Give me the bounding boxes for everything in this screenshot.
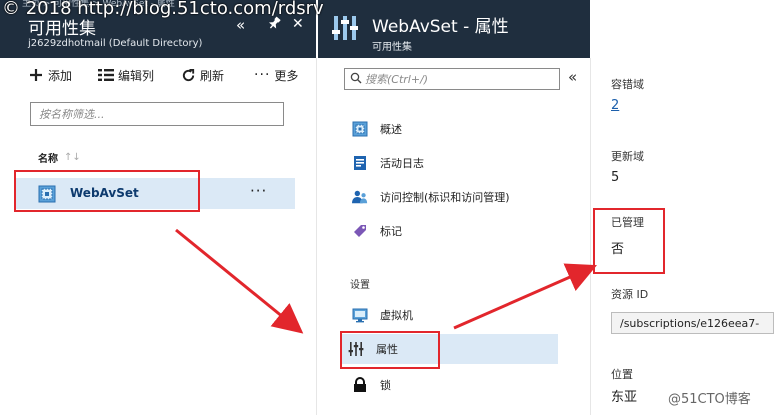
update-domain-label: 更新域 xyxy=(611,150,644,163)
update-domain-value: 5 xyxy=(611,170,620,185)
activity-log-icon xyxy=(352,155,368,171)
center-blade-header: WebAvSet - 属性 可用性集 xyxy=(318,0,590,58)
resource-id-field[interactable]: /subscriptions/e126eea7- xyxy=(611,312,774,334)
menu-item-access-control[interactable]: 访问控制(标识和访问管理) xyxy=(344,182,558,212)
menu-item-label: 概述 xyxy=(380,123,402,136)
menu-search-input[interactable] xyxy=(344,68,560,90)
highlight-box-webavset xyxy=(14,170,200,212)
pane-divider xyxy=(590,58,591,415)
virtual-machine-icon xyxy=(352,307,368,323)
menu-item-label: 活动日志 xyxy=(380,157,424,170)
menu-item-tags[interactable]: 标记 xyxy=(344,216,558,246)
fault-domain-label: 容错域 xyxy=(611,78,644,91)
left-toolbar: 添加 编辑列 刷新 ··· 更多 xyxy=(0,58,316,92)
menu-item-overview[interactable]: 概述 xyxy=(344,114,558,144)
location-label: 位置 xyxy=(611,368,633,381)
menu-item-label: 标记 xyxy=(380,225,402,238)
refresh-button[interactable]: 刷新 xyxy=(180,63,224,87)
highlight-box-managed xyxy=(593,208,665,274)
access-control-icon xyxy=(352,189,368,205)
add-button[interactable]: 添加 xyxy=(28,63,72,87)
fault-domain-value[interactable]: 2 xyxy=(611,98,619,113)
refresh-label: 刷新 xyxy=(200,68,225,83)
more-button[interactable]: ··· 更多 xyxy=(254,63,298,87)
collapse-menu-icon[interactable]: « xyxy=(568,68,577,86)
settings-section-header: 设置 xyxy=(350,280,370,291)
add-label: 添加 xyxy=(48,68,73,83)
menu-item-activity-log[interactable]: 活动日志 xyxy=(344,148,558,178)
location-value: 东亚 xyxy=(611,390,638,405)
edit-columns-button[interactable]: 编辑列 xyxy=(98,63,154,87)
menu-item-locks[interactable]: 锁 xyxy=(344,370,558,400)
sort-icon[interactable]: ↑↓ xyxy=(64,152,81,163)
watermark-text: © 2018 http://blog.51cto.com/rdsrv xyxy=(2,0,324,19)
row-more-icon[interactable]: ··· xyxy=(250,182,267,200)
arrow-to-properties xyxy=(175,228,304,334)
menu-item-label: 虚拟机 xyxy=(380,309,413,322)
lock-icon xyxy=(352,377,368,393)
more-label: 更多 xyxy=(274,68,299,83)
column-header-label: 名称 xyxy=(38,154,58,165)
plus-icon xyxy=(28,67,44,83)
left-blade-subtitle: j2629zdhotmail (Default Directory) xyxy=(28,38,203,49)
column-header-name[interactable]: 名称 ↑↓ xyxy=(38,150,81,165)
ellipsis-icon: ··· xyxy=(254,67,271,83)
edit-columns-label: 编辑列 xyxy=(118,68,155,83)
center-blade-subtitle: 可用性集 xyxy=(372,42,412,53)
refresh-icon xyxy=(180,67,196,83)
search-icon xyxy=(350,72,362,84)
menu-item-virtual-machines[interactable]: 虚拟机 xyxy=(344,300,558,330)
highlight-box-properties xyxy=(340,331,440,369)
center-blade-title: WebAvSet - 属性 xyxy=(372,17,509,37)
blade-divider xyxy=(316,58,317,415)
menu-item-label: 访问控制(标识和访问管理) xyxy=(380,191,510,204)
columns-icon xyxy=(98,67,115,83)
corner-watermark: @51CTO博客 xyxy=(668,392,751,407)
tag-icon xyxy=(352,223,368,239)
resource-id-label: 资源 ID xyxy=(611,288,649,301)
menu-item-label: 锁 xyxy=(380,379,391,392)
filter-by-name-input[interactable] xyxy=(30,102,284,126)
overview-icon xyxy=(352,121,368,137)
properties-sliders-icon xyxy=(332,16,358,40)
